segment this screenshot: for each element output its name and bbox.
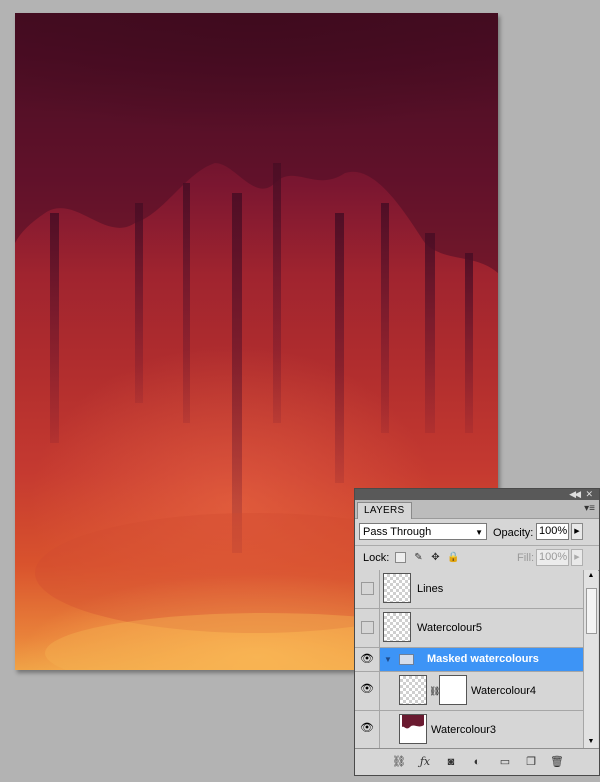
layer-row-watercolour5[interactable]: Watercolour5 bbox=[355, 609, 583, 648]
layer-thumbnail bbox=[399, 675, 427, 705]
layer-name[interactable]: Lines bbox=[417, 583, 443, 595]
opacity-input[interactable]: 100% bbox=[536, 523, 569, 540]
layer-row-watercolour3[interactable]: 👁 Watercolour3 bbox=[355, 711, 583, 748]
layer-name[interactable]: Watercolour4 bbox=[471, 685, 536, 697]
layer-thumbnail bbox=[383, 612, 411, 642]
fx-icon[interactable]: ƒx bbox=[417, 755, 433, 769]
blend-mode-value: Pass Through bbox=[363, 526, 432, 538]
blend-mode-select[interactable]: Pass Through ▼ bbox=[359, 523, 487, 540]
panel-tab-row: LAYERS ▾≡ bbox=[355, 500, 599, 519]
link-layers-icon[interactable]: ⛓ bbox=[391, 755, 407, 769]
layer-thumbnail bbox=[399, 714, 427, 744]
fill-label: Fill: bbox=[517, 552, 535, 564]
visibility-cell[interactable]: 👁 bbox=[355, 711, 380, 748]
eye-icon: 👁 bbox=[360, 683, 374, 695]
lock-transparent-icon[interactable] bbox=[395, 552, 406, 563]
new-layer-icon[interactable]: ❐ bbox=[523, 755, 539, 769]
layer-row-masked-watercolours[interactable]: 👁 ▼ Masked watercolours bbox=[355, 648, 583, 672]
fill-input[interactable]: 100% bbox=[536, 549, 569, 566]
visibility-empty-box bbox=[361, 582, 374, 595]
lock-row: Lock: ✎ ✥ 🔒 Fill: 100% ▶ bbox=[355, 546, 599, 571]
scroll-down-arrow-icon[interactable]: ▼ bbox=[584, 736, 598, 748]
visibility-cell[interactable]: 👁 bbox=[355, 648, 380, 671]
expand-triangle-icon[interactable]: ▼ bbox=[384, 655, 392, 664]
trash-icon[interactable]: 🗑 bbox=[549, 755, 565, 769]
scroll-thumb[interactable] bbox=[586, 588, 597, 634]
layer-row-watercolour4[interactable]: 👁 ⛓ Watercolour4 bbox=[355, 672, 583, 711]
add-mask-icon[interactable]: ◙ bbox=[443, 755, 459, 769]
layer-thumbnail bbox=[383, 573, 411, 603]
tab-layers[interactable]: LAYERS bbox=[357, 502, 412, 519]
layer-name[interactable]: Watercolour3 bbox=[431, 724, 496, 736]
lock-position-move-icon[interactable]: ✥ bbox=[430, 552, 441, 563]
new-group-icon[interactable]: ▭ bbox=[497, 755, 513, 769]
blend-row: Pass Through ▼ Opacity: 100% ▶ bbox=[355, 519, 599, 546]
visibility-cell[interactable] bbox=[355, 570, 380, 608]
eye-icon: 👁 bbox=[360, 722, 374, 734]
opacity-slider-button[interactable]: ▶ bbox=[571, 523, 583, 540]
layers-panel: ◀◀ ✕ LAYERS ▾≡ Pass Through ▼ Opacity: 1… bbox=[354, 488, 600, 776]
layer-list-scrollbar[interactable]: ▲ ▼ bbox=[583, 570, 598, 748]
lock-all-padlock-icon[interactable]: 🔒 bbox=[447, 552, 459, 563]
visibility-cell[interactable]: 👁 bbox=[355, 672, 380, 710]
collapse-panel-icon[interactable]: ◀◀ bbox=[569, 489, 581, 500]
fill-slider-button[interactable]: ▶ bbox=[571, 549, 583, 566]
visibility-empty-box bbox=[361, 621, 374, 634]
close-panel-icon[interactable]: ✕ bbox=[585, 489, 593, 500]
eye-icon: 👁 bbox=[360, 653, 374, 665]
chevron-down-icon: ▼ bbox=[475, 528, 483, 537]
layer-name[interactable]: Watercolour5 bbox=[417, 622, 482, 634]
layer-mask-thumbnail[interactable] bbox=[439, 675, 467, 705]
panel-titlebar[interactable]: ◀◀ ✕ bbox=[355, 489, 599, 500]
lock-image-brush-icon[interactable]: ✎ bbox=[413, 552, 424, 563]
layer-name[interactable]: Masked watercolours bbox=[427, 653, 539, 665]
adjustment-layer-icon[interactable]: ◐ bbox=[469, 755, 485, 769]
panel-menu-icon[interactable]: ▾≡ bbox=[584, 502, 595, 516]
watercolour-thumb-art bbox=[402, 715, 424, 729]
panel-footer: ⛓ ƒx ◙ ◐ ▭ ❐ 🗑 bbox=[355, 748, 599, 775]
opacity-label: Opacity: bbox=[493, 527, 534, 539]
layer-list: Lines Watercolour5 👁 ▼ Masked watercolou… bbox=[355, 570, 583, 748]
folder-icon bbox=[399, 654, 414, 665]
visibility-cell[interactable] bbox=[355, 609, 380, 647]
lock-label: Lock: bbox=[363, 552, 390, 564]
layer-row-lines[interactable]: Lines bbox=[355, 570, 583, 609]
scroll-up-arrow-icon[interactable]: ▲ bbox=[584, 570, 598, 582]
